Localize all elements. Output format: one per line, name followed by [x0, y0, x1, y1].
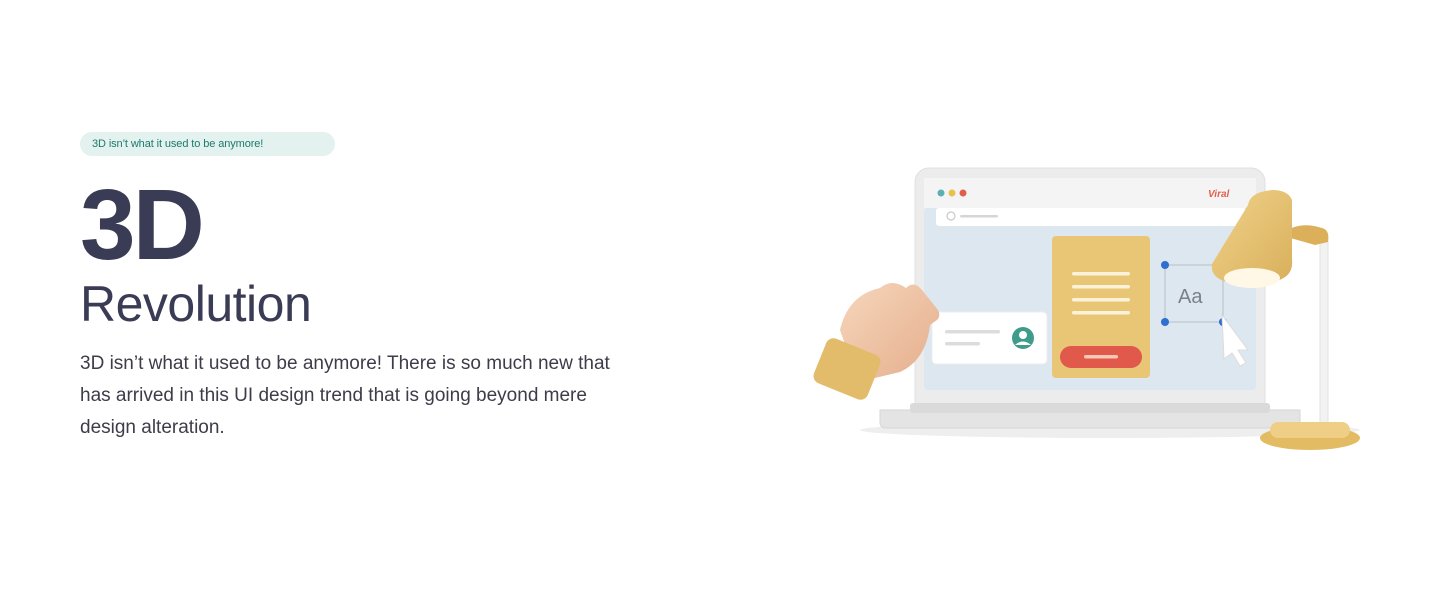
hero-text-block: 3D isn’t what it used to be anymore! 3D …	[80, 132, 640, 444]
red-button-line	[1084, 355, 1118, 359]
type-sample: Aa	[1178, 286, 1203, 308]
doc-line-1	[1072, 272, 1130, 276]
lamp-pole	[1319, 237, 1329, 429]
search-placeholder-line	[960, 215, 998, 218]
selection-handle-tl	[1161, 261, 1169, 269]
laptop-illustration: Viral Aa	[810, 160, 1400, 480]
browser-top-bar	[924, 178, 1256, 208]
lamp-bulb	[1224, 268, 1280, 288]
window-dot-red	[959, 189, 967, 197]
selection-handle-bl	[1161, 318, 1169, 326]
avatar-head	[1019, 331, 1027, 339]
hero-badge: 3D isn’t what it used to be anymore!	[80, 132, 335, 156]
brand-logo: Viral	[1208, 189, 1230, 200]
hero-description: 3D isn’t what it used to be anymore! The…	[80, 353, 610, 438]
doc-line-4	[1072, 311, 1130, 315]
profile-line-1	[945, 330, 1000, 334]
window-dot-teal	[937, 189, 945, 197]
lamp-base-top	[1270, 422, 1350, 438]
hero-title-main: 3D	[80, 169, 205, 281]
doc-line-3	[1072, 298, 1130, 302]
laptop-keyboard	[910, 403, 1270, 413]
profile-line-2	[945, 342, 980, 346]
hero-title-sub: Revolution	[80, 276, 312, 332]
doc-line-2	[1072, 285, 1130, 289]
window-dot-yellow	[948, 189, 956, 197]
laptop-illustration-svg: Viral Aa	[813, 167, 1360, 450]
